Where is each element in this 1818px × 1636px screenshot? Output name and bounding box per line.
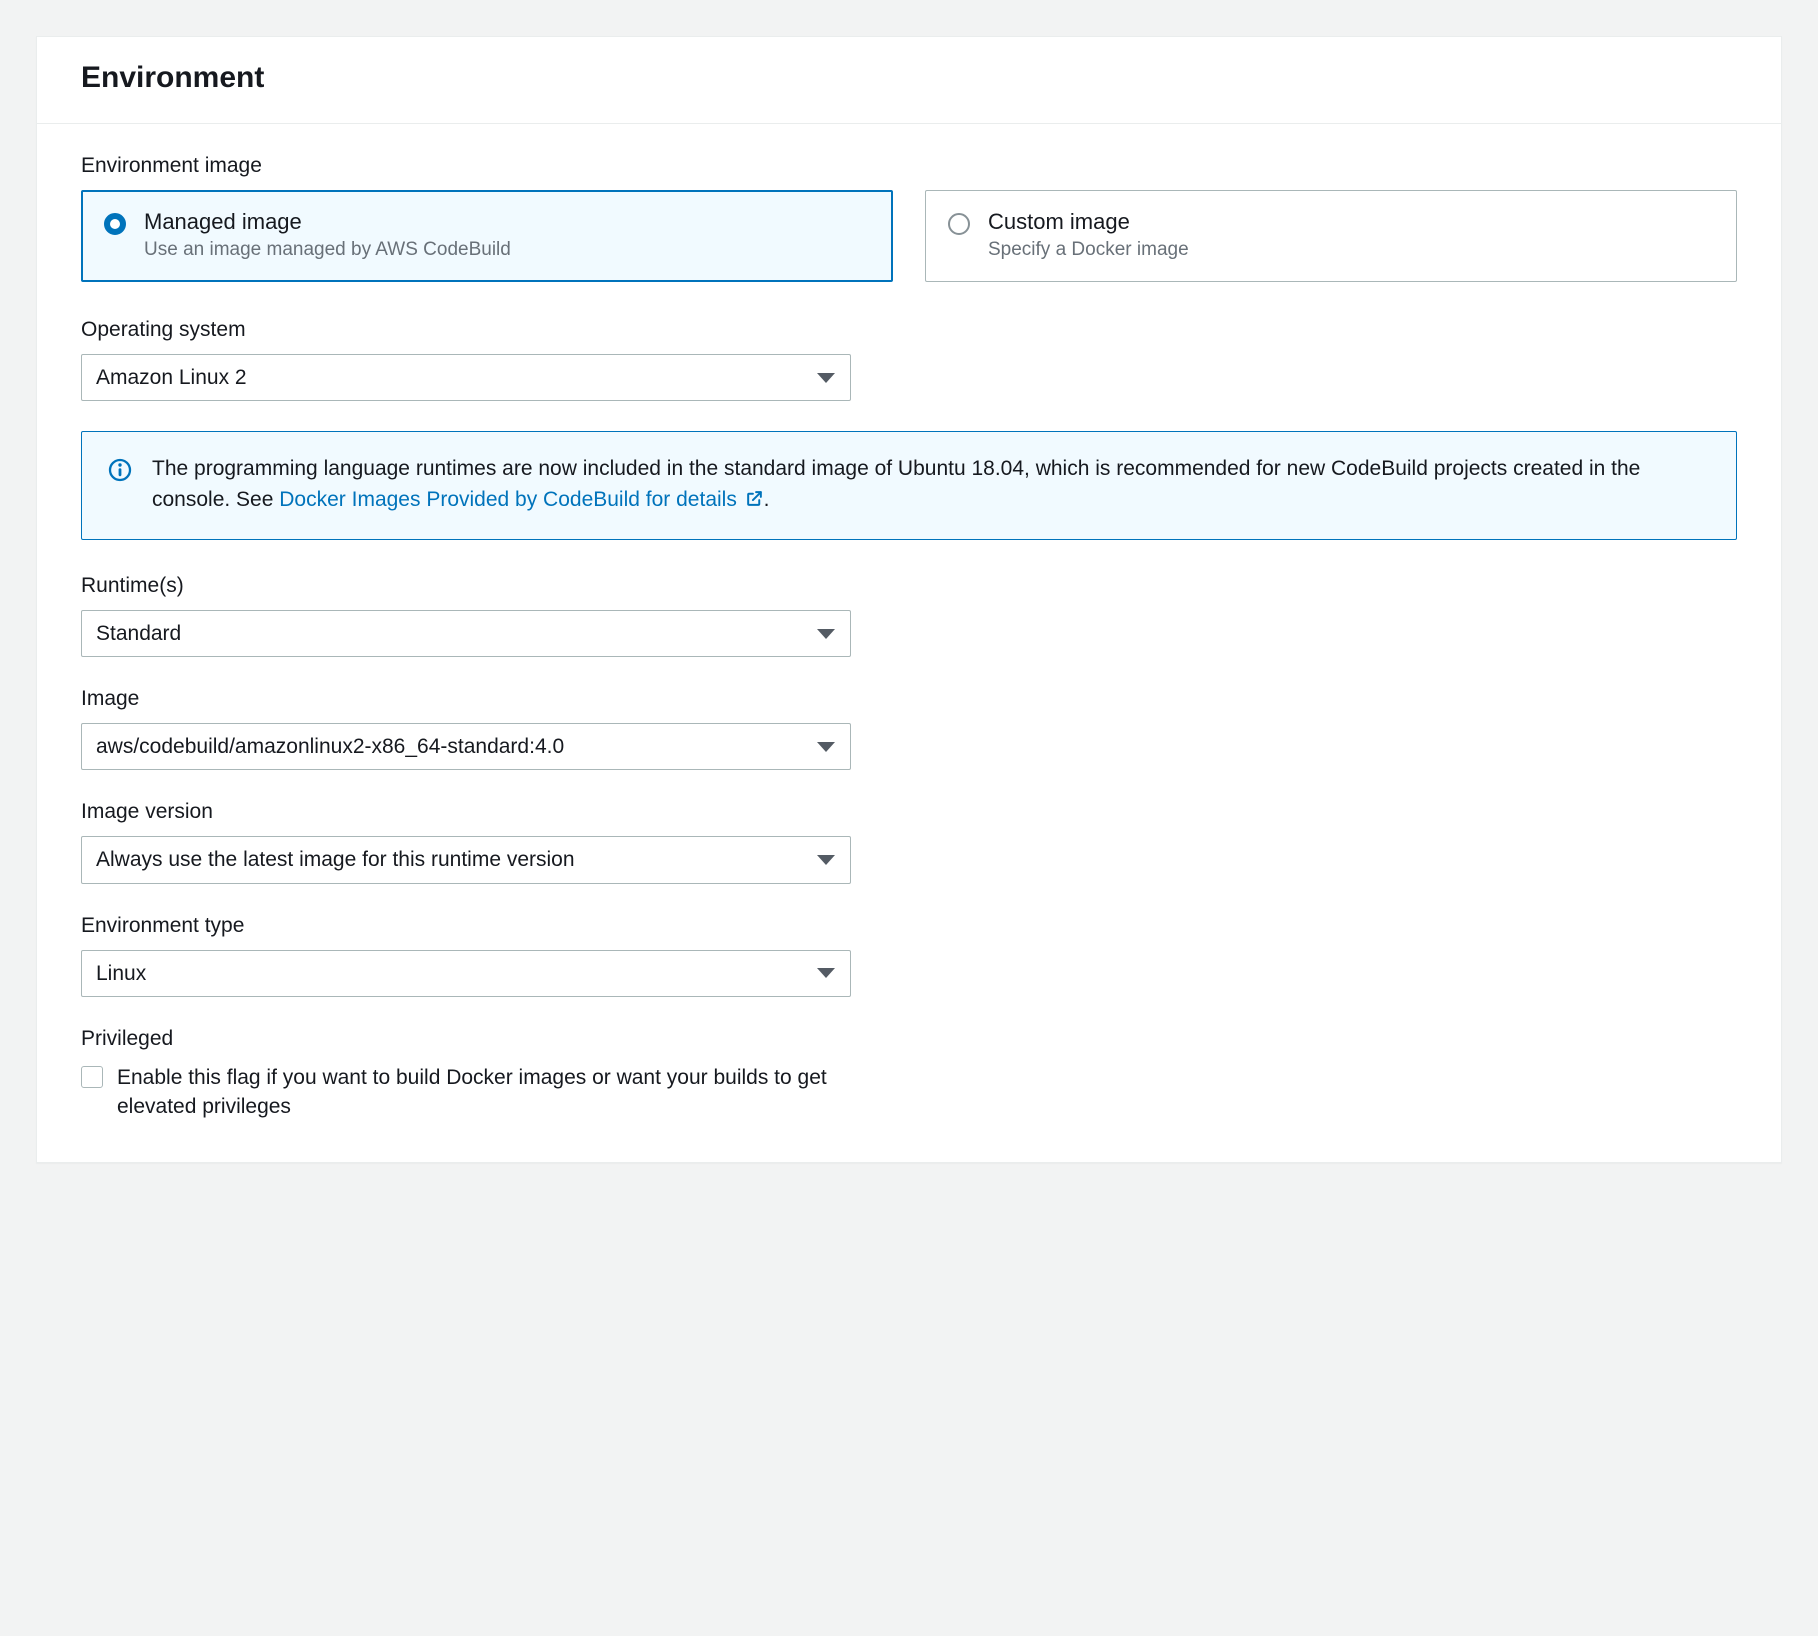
env-image-group: Environment image Managed image Use an i… [81, 154, 1737, 282]
radio-icon [948, 213, 970, 235]
radio-icon [104, 213, 126, 235]
env-type-label: Environment type [81, 914, 1737, 938]
managed-image-desc: Use an image managed by AWS CodeBuild [144, 239, 511, 261]
privileged-checkbox[interactable] [81, 1066, 103, 1088]
os-select-value: Amazon Linux 2 [81, 354, 851, 401]
env-image-label: Environment image [81, 154, 1737, 178]
chevron-down-icon [817, 742, 835, 752]
chevron-down-icon [817, 373, 835, 383]
image-version-select[interactable]: Always use the latest image for this run… [81, 836, 851, 883]
image-version-select-value: Always use the latest image for this run… [81, 836, 851, 883]
custom-image-tile[interactable]: Custom image Specify a Docker image [925, 190, 1737, 282]
image-version-group: Image version Always use the latest imag… [81, 800, 1737, 883]
info-icon [108, 454, 134, 517]
info-text-post: . [764, 488, 770, 511]
chevron-down-icon [817, 629, 835, 639]
image-label: Image [81, 687, 1737, 711]
runtime-select[interactable]: Standard [81, 610, 851, 657]
runtime-group: Runtime(s) Standard [81, 574, 1737, 657]
env-type-group: Environment type Linux [81, 914, 1737, 997]
env-type-select[interactable]: Linux [81, 950, 851, 997]
docker-images-link[interactable]: Docker Images Provided by CodeBuild for … [279, 488, 763, 511]
os-group: Operating system Amazon Linux 2 [81, 318, 1737, 401]
section-title: Environment [81, 61, 1737, 95]
info-text: The programming language runtimes are no… [152, 454, 1710, 517]
chevron-down-icon [817, 968, 835, 978]
environment-panel: Environment Environment image Managed im… [36, 36, 1782, 1163]
os-label: Operating system [81, 318, 1737, 342]
os-select[interactable]: Amazon Linux 2 [81, 354, 851, 401]
custom-image-title: Custom image [988, 209, 1189, 235]
chevron-down-icon [817, 855, 835, 865]
info-alert: The programming language runtimes are no… [81, 431, 1737, 540]
image-group: Image aws/codebuild/amazonlinux2-x86_64-… [81, 687, 1737, 770]
privileged-group: Privileged Enable this flag if you want … [81, 1027, 1737, 1122]
image-select-value: aws/codebuild/amazonlinux2-x86_64-standa… [81, 723, 851, 770]
custom-image-desc: Specify a Docker image [988, 239, 1189, 261]
panel-header: Environment [37, 37, 1781, 124]
env-type-select-value: Linux [81, 950, 851, 997]
image-version-label: Image version [81, 800, 1737, 824]
runtime-select-value: Standard [81, 610, 851, 657]
managed-image-title: Managed image [144, 209, 511, 235]
external-link-icon [745, 487, 764, 517]
runtime-label: Runtime(s) [81, 574, 1737, 598]
privileged-desc: Enable this flag if you want to build Do… [117, 1063, 877, 1122]
privileged-label: Privileged [81, 1027, 1737, 1051]
managed-image-tile[interactable]: Managed image Use an image managed by AW… [81, 190, 893, 282]
image-select[interactable]: aws/codebuild/amazonlinux2-x86_64-standa… [81, 723, 851, 770]
